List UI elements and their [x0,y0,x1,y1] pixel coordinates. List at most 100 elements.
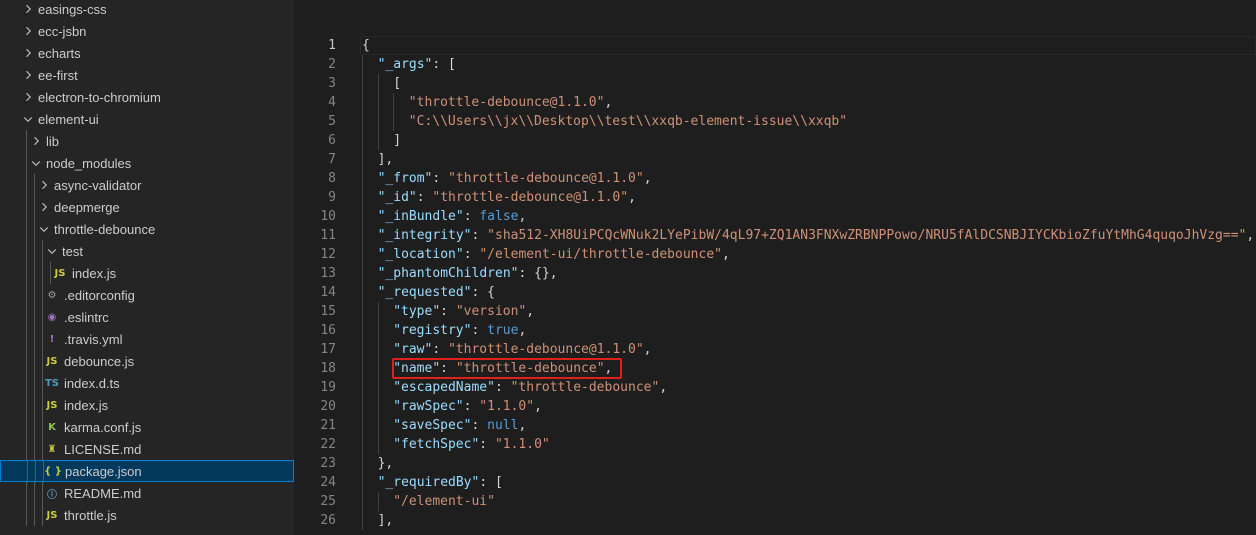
indent-guide [377,131,379,150]
tree-item-label: index.js [72,265,117,281]
code-token: : [ [479,475,503,490]
code-token: , [534,399,542,414]
code-line-11: 11 "_integrity": "sha512-XH8UiPCQcWNuk2LY… [294,226,1256,245]
code-line-6: 6] [294,131,1256,150]
code-text[interactable]: "registry": true, [393,321,526,340]
code-text[interactable]: }, [378,454,394,473]
tree-folder-echarts[interactable]: echarts [0,42,294,64]
indent-guide [34,174,35,196]
chevron-right-icon[interactable] [28,133,44,149]
indent-guide [362,378,363,397]
tree-file-index.js[interactable]: JS index.js [0,262,294,284]
indent-guide [362,473,363,492]
tree-file-throttle.js[interactable]: JS throttle.js [0,504,294,526]
code-token: , [526,304,535,319]
code-text[interactable]: "throttle-debounce@1.1.0", [409,93,613,112]
tree-folder-test[interactable]: test [0,240,294,262]
indent-guide [393,112,395,131]
code-text[interactable]: "type": "version", [393,302,534,321]
tree-folder-electron-to-chromium[interactable]: electron-to-chromium [0,86,294,108]
tree-file-karma.conf.js[interactable]: Kkarma.conf.js [0,416,294,438]
code-text[interactable]: ] [393,131,401,150]
code-token: : [440,304,456,319]
tree-folder-throttle-debounce[interactable]: throttle-debounce [0,218,294,240]
indent-guide [42,284,43,306]
tree-file-.eslintrc[interactable]: ◉ .eslintrc [0,306,294,328]
code-text[interactable]: "escapedName": "throttle-debounce", [393,378,667,397]
tree-file-.travis.yml[interactable]: ! .travis.yml [0,328,294,350]
chevron-down-icon[interactable] [36,221,52,237]
tree-folder-node_modules[interactable]: node_modules [0,152,294,174]
code-token: , [604,95,613,110]
chevron-down-icon[interactable] [28,155,44,171]
chevron-right-icon[interactable] [20,89,36,105]
chevron-down-icon[interactable] [44,243,60,259]
code-text[interactable]: [ [393,74,401,93]
code-text[interactable]: "_requiredBy": [ [378,473,503,492]
chevron-right-icon[interactable] [36,177,52,193]
chevron-right-icon[interactable] [20,45,36,61]
code-token: "type" [393,304,441,319]
code-editor[interactable]: 1{2 "_args": [3[4 "throttle-debounce@1.1.0… [294,0,1256,535]
indent-guide [377,74,379,93]
code-text[interactable]: "saveSpec": null, [393,416,526,435]
tree-file-package.json[interactable]: { } package.json [0,460,294,483]
chevron-down-icon[interactable] [20,111,36,127]
indent-guide [34,306,35,328]
tree-folder-async-validator[interactable]: async-validator [0,174,294,196]
js-file-icon: JS [46,399,58,411]
indent-guide [34,372,35,394]
code-text[interactable]: ], [378,150,394,169]
chevron-right-icon[interactable] [36,199,52,215]
line-number: 17 [320,342,336,357]
code-token: "fetchSpec" [393,437,480,452]
indent-guide [362,359,363,378]
code-text[interactable]: "_location": "/element-ui/throttle-debou… [378,245,730,264]
tree-folder-lib[interactable]: lib [0,130,294,152]
code-text[interactable]: "_id": "throttle-debounce@1.1.0", [378,188,636,207]
tree-item-label: .eslintrc [64,309,109,325]
code-token: false [479,209,519,224]
code-text[interactable]: "_integrity": "sha512-XH8UiPCQcWNuk2LYeP… [378,226,1255,245]
tree-file-debounce.js[interactable]: JS debounce.js [0,350,294,372]
code-text[interactable]: "/element-ui" [393,492,495,511]
tree-file-.editorconfig[interactable]: ⚙ .editorconfig [0,284,294,306]
indent-guide [362,226,363,245]
code-text[interactable]: "_from": "throttle-debounce@1.1.0", [378,169,652,188]
tree-folder-element-ui[interactable]: element-ui [0,108,294,130]
code-text[interactable]: "raw": "throttle-debounce@1.1.0", [393,340,651,359]
code-text[interactable]: "fetchSpec": "1.1.0" [393,435,550,454]
indent-guide [362,150,363,169]
tree-file-LICENSE.md[interactable]: ♜ LICENSE.md [0,438,294,460]
tree-file-README.md[interactable]: ⓘ README.md [0,482,294,504]
code-token: , [518,209,527,224]
indent-guide [50,262,51,284]
current-line-highlight [360,36,1256,55]
code-token: : [479,437,495,452]
code-text[interactable]: "_requested": { [378,283,495,302]
code-text[interactable]: "C:\\Users\\jx\\Desktop\\test\\xxqb-elem… [409,112,847,131]
tree-folder-deepmerge[interactable]: deepmerge [0,196,294,218]
indent-guide [34,328,35,350]
code-token: : [463,209,480,224]
indent-guide [34,350,35,372]
tree-folder-ecc-jsbn[interactable]: ecc-jsbn [0,20,294,42]
code-text[interactable]: "_phantomChildren": {}, [378,264,558,283]
chevron-right-icon[interactable] [20,1,36,17]
chevron-right-icon[interactable] [20,67,36,83]
tree-file-index.d.ts[interactable]: TS index.d.ts [0,372,294,394]
indent-guide [26,350,27,372]
code-token: : [432,342,448,357]
chevron-right-icon[interactable] [20,23,36,39]
code-token: : [432,171,449,186]
ts-file-icon: TS [44,377,60,389]
tree-folder-ee-first[interactable]: ee-first [0,64,294,86]
indent-guide [377,492,379,511]
code-text[interactable]: "rawSpec": "1.1.0", [393,397,542,416]
tree-folder-easings-css[interactable]: easings-css [0,0,294,20]
tree-file-index.js[interactable]: JS index.js [0,394,294,416]
code-text[interactable]: "_args": [ [378,55,456,74]
code-text[interactable]: "_inBundle": false, [378,207,527,226]
code-text[interactable]: ], [378,511,394,530]
line-number: 23 [320,456,336,471]
